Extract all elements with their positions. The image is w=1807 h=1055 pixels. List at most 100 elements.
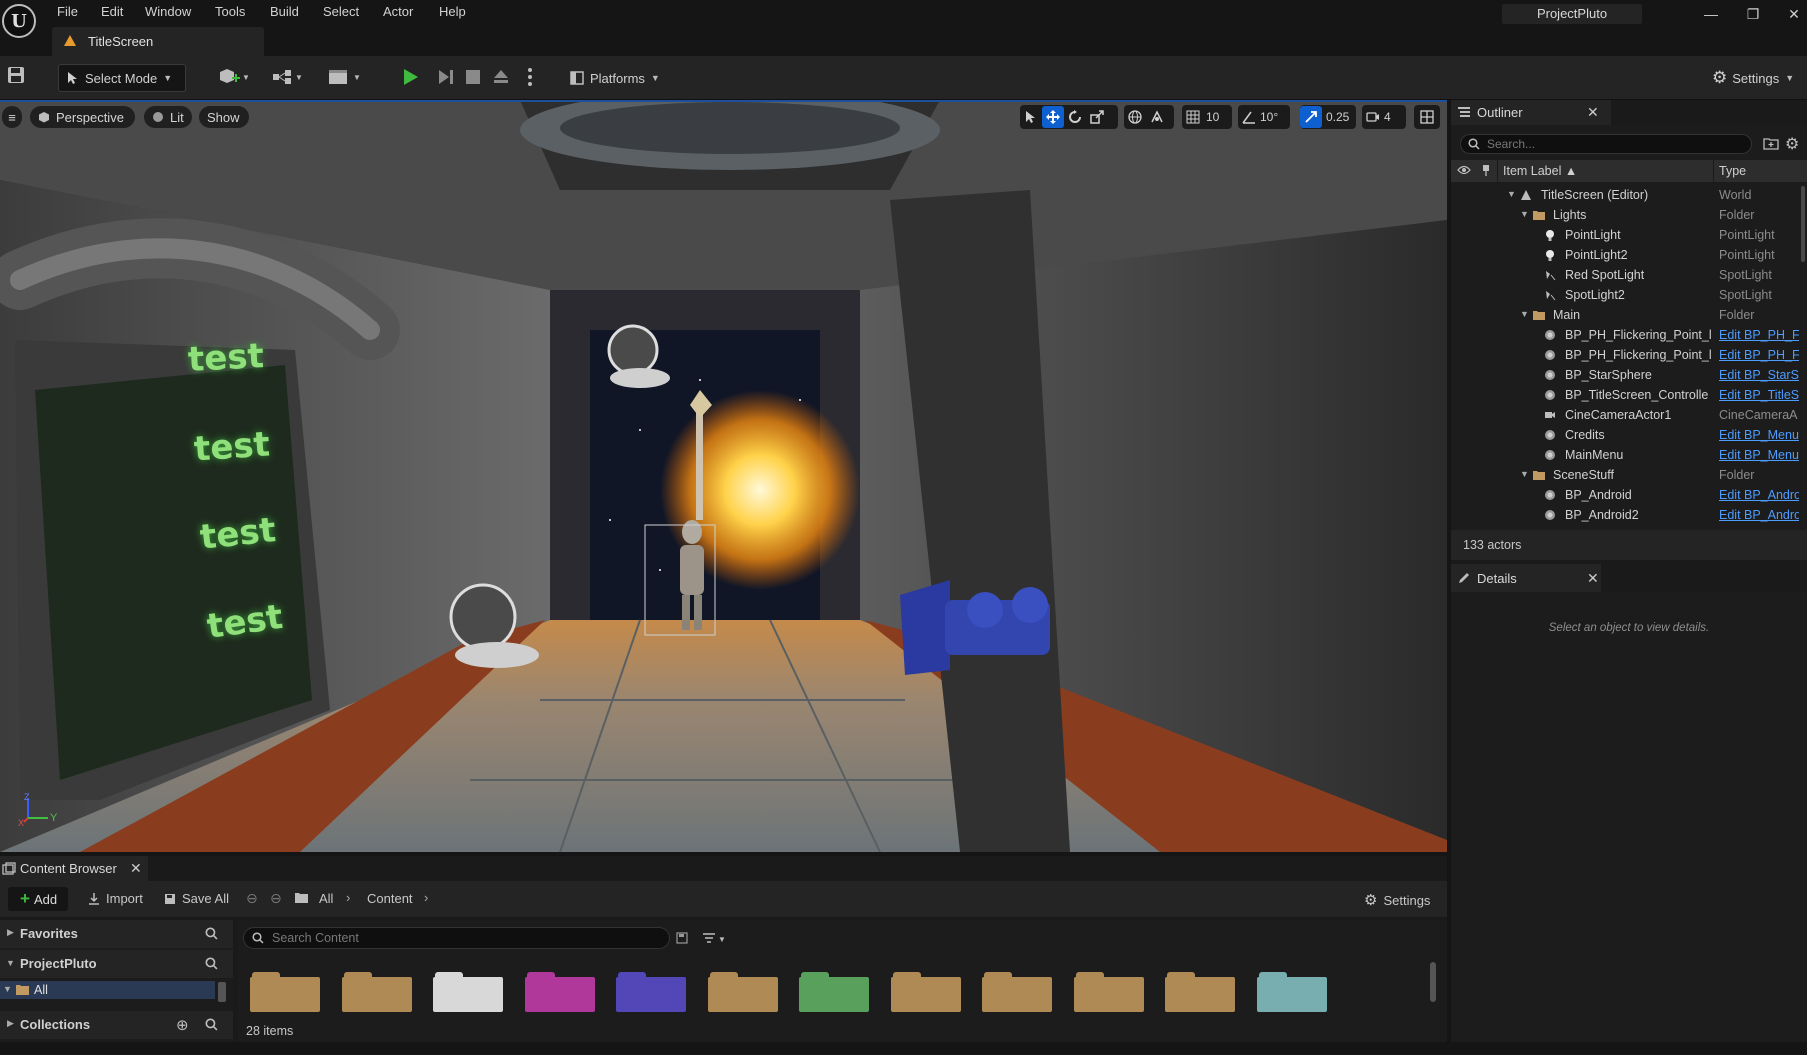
outliner-row-bp-titlescreen-controller[interactable]: BP_TitleScreen_Controlle Edit BP_TitleS	[1451, 385, 1799, 405]
forward-icon[interactable]: ⊖	[270, 890, 282, 907]
content-folder[interactable]	[982, 972, 1052, 1012]
content-folder[interactable]	[525, 972, 595, 1012]
move-tool-icon[interactable]	[1042, 106, 1064, 128]
outliner-row-pointlight[interactable]: PointLight PointLight	[1451, 225, 1796, 245]
column-item-label[interactable]: Item Label ▲	[1503, 164, 1577, 178]
select-mode-dropdown[interactable]: Select Mode ▼	[58, 64, 186, 92]
save-icon[interactable]	[7, 66, 25, 84]
outliner-row-red-spotlight[interactable]: Red SpotLight SpotLight	[1451, 265, 1796, 285]
filter-icon[interactable]: ▼	[702, 932, 726, 944]
tree-item-all[interactable]: ▼ All	[0, 981, 215, 999]
outliner-row-main[interactable]: ▼ Main Folder	[1451, 305, 1796, 325]
restore-button[interactable]: ❐	[1745, 6, 1761, 22]
toolbar-settings-button[interactable]: ⚙ Settings ▼	[1712, 64, 1802, 92]
content-folder[interactable]	[1257, 972, 1327, 1012]
column-type[interactable]: Type	[1719, 164, 1746, 178]
assets-scrollbar[interactable]	[1430, 962, 1436, 1002]
world-space-icon[interactable]	[1124, 106, 1146, 128]
menu-tools[interactable]: Tools	[215, 4, 245, 19]
close-window-button[interactable]: ✕	[1786, 6, 1802, 22]
search-icon[interactable]	[205, 1018, 218, 1031]
eject-icon[interactable]	[492, 67, 510, 85]
outliner-settings-gear-icon[interactable]: ⚙	[1785, 134, 1799, 154]
folder-icon[interactable]	[294, 892, 309, 904]
close-icon[interactable]: ✕	[1587, 104, 1599, 121]
save-search-icon[interactable]	[676, 932, 688, 944]
content-folder[interactable]	[342, 972, 412, 1012]
outliner-row-cinecamera[interactable]: CineCameraActor1 CineCameraA	[1451, 405, 1798, 425]
lit-button[interactable]: Lit	[144, 106, 192, 128]
tab-outliner[interactable]: Outliner ✕	[1451, 100, 1611, 125]
row-type-link[interactable]: Edit BP_Menu	[1719, 448, 1799, 462]
show-button[interactable]: Show	[199, 106, 249, 128]
viewport-layout-button[interactable]	[1414, 105, 1440, 129]
content-folder[interactable]	[708, 972, 778, 1012]
outliner-row-lights[interactable]: ▼ Lights Folder	[1451, 205, 1796, 225]
row-type-link[interactable]: Edit BP_Menu	[1719, 428, 1799, 442]
outliner-row-credits[interactable]: Credits Edit BP_Menu	[1451, 425, 1799, 445]
row-type-link[interactable]: Edit BP_StarS	[1719, 368, 1799, 382]
content-folder[interactable]	[1165, 972, 1235, 1012]
grid-snap-toggle[interactable]: 10	[1182, 105, 1232, 129]
unreal-logo-icon[interactable]: U	[2, 4, 36, 38]
chevron-down-icon[interactable]: ▼	[1520, 209, 1529, 219]
chevron-down-icon[interactable]: ▼	[1520, 469, 1529, 479]
select-tool-icon[interactable]	[1020, 106, 1042, 128]
add-button[interactable]: + Add	[8, 887, 68, 911]
outliner-row-bp-android[interactable]: BP_Android Edit BP_Andro	[1451, 485, 1799, 505]
menu-window[interactable]: Window	[145, 4, 191, 19]
import-button[interactable]: Import	[88, 891, 143, 906]
chevron-down-icon[interactable]: ▼	[3, 984, 12, 994]
tab-titlescreen[interactable]: TitleScreen	[52, 27, 264, 56]
tree-scrollbar[interactable]	[218, 982, 226, 1002]
outliner-row-mainmenu[interactable]: MainMenu Edit BP_Menu	[1451, 445, 1799, 465]
outliner-row-titlescreen[interactable]: ▼ TitleScreen (Editor) World	[1451, 185, 1796, 205]
surface-snap-icon[interactable]	[1146, 106, 1168, 128]
menu-build[interactable]: Build	[270, 4, 299, 19]
content-folder[interactable]	[616, 972, 686, 1012]
content-folder[interactable]	[433, 972, 503, 1012]
stop-icon[interactable]	[465, 69, 481, 85]
row-type-link[interactable]: Edit BP_TitleS	[1719, 388, 1799, 402]
visibility-eye-icon[interactable]	[1457, 164, 1471, 176]
chevron-down-icon[interactable]: ▼	[1507, 189, 1516, 199]
content-folder[interactable]	[250, 972, 320, 1012]
outliner-row-scenestuff[interactable]: ▼ SceneStuff Folder	[1451, 465, 1796, 485]
rotation-snap-toggle[interactable]: 10°	[1238, 105, 1290, 129]
rotate-tool-icon[interactable]	[1064, 106, 1086, 128]
row-type-link[interactable]: Edit BP_PH_F	[1719, 348, 1799, 362]
outliner-scrollbar[interactable]	[1801, 186, 1805, 262]
outliner-row-bp-starsphere[interactable]: BP_StarSphere Edit BP_StarS	[1451, 365, 1799, 385]
minimize-button[interactable]: —	[1703, 6, 1719, 22]
scale-snap-toggle[interactable]: 0.25	[1300, 105, 1356, 129]
add-folder-icon[interactable]	[1763, 136, 1779, 150]
camera-speed-button[interactable]: 4	[1362, 105, 1406, 129]
chevron-down-icon[interactable]: ▼	[1520, 309, 1529, 319]
breadcrumb-separator-icon[interactable]: ›	[424, 890, 428, 905]
outliner-row-bp-flickering-1[interactable]: BP_PH_Flickering_Point_l Edit BP_PH_F	[1451, 325, 1799, 345]
platforms-dropdown[interactable]: Platforms ▼	[570, 64, 670, 92]
perspective-button[interactable]: Perspective	[30, 106, 135, 128]
pin-icon[interactable]	[1481, 164, 1491, 177]
close-icon[interactable]: ✕	[130, 860, 142, 877]
more-options-icon[interactable]	[527, 67, 533, 87]
step-icon[interactable]	[437, 68, 455, 86]
level-viewport[interactable]	[0, 100, 1447, 852]
search-icon[interactable]	[205, 927, 218, 940]
search-icon[interactable]	[205, 957, 218, 970]
content-search-input[interactable]: Search Content	[243, 927, 670, 949]
add-actor-icon[interactable]: ▼	[218, 68, 248, 86]
save-all-button[interactable]: Save All	[164, 891, 229, 906]
add-collection-icon[interactable]: ⊕	[176, 1016, 189, 1034]
back-icon[interactable]: ⊖	[246, 890, 258, 907]
outliner-search-input[interactable]: Search...	[1460, 134, 1752, 154]
favorites-section[interactable]: ▶ Favorites	[0, 920, 233, 948]
scale-tool-icon[interactable]	[1086, 106, 1108, 128]
chevron-right-icon[interactable]: ▶	[7, 1018, 14, 1029]
blueprint-icon[interactable]: ▼	[271, 68, 305, 86]
chevron-right-icon[interactable]: ▶	[7, 927, 14, 938]
menu-file[interactable]: File	[57, 4, 78, 19]
menu-actor[interactable]: Actor	[383, 4, 413, 19]
close-icon[interactable]: ✕	[1587, 570, 1599, 587]
project-section[interactable]: ▼ ProjectPluto	[0, 950, 233, 978]
